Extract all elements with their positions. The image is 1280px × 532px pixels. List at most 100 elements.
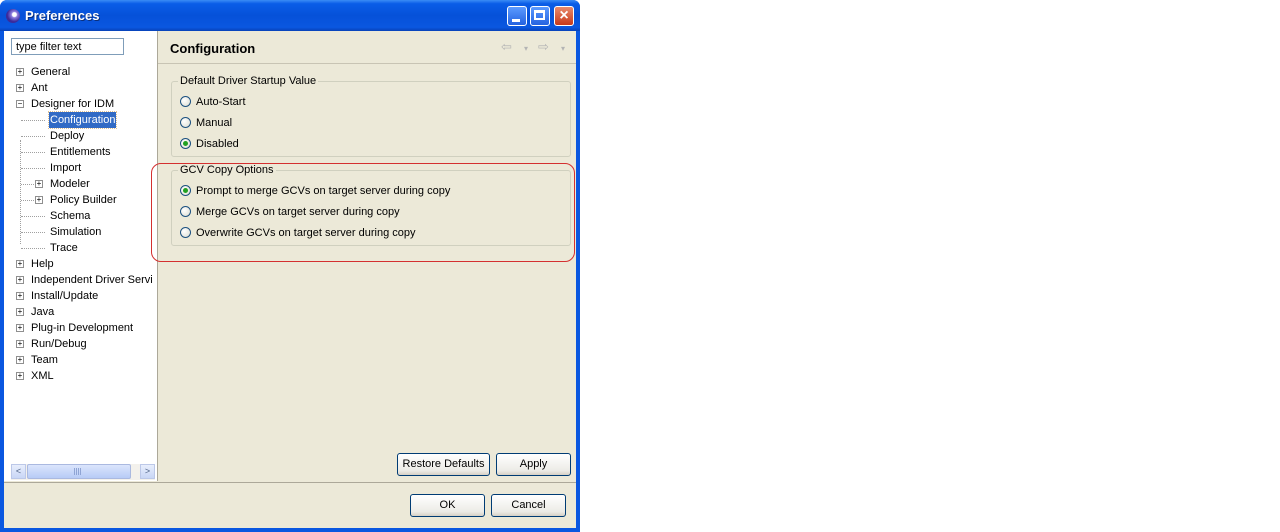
driver-startup-group: Default Driver Startup Value Auto-Start … (171, 75, 571, 157)
dialog-button-separator (4, 482, 576, 483)
driver-startup-legend: Default Driver Startup Value (180, 75, 317, 87)
expand-icon[interactable]: + (16, 84, 24, 92)
tree-connector (21, 200, 34, 201)
restore-defaults-button[interactable]: Restore Defaults (397, 453, 490, 476)
tree-item-label: Designer for IDM (31, 98, 115, 110)
radio-auto-start-label: Auto-Start (196, 96, 246, 108)
close-icon: × (559, 7, 569, 24)
tree-item[interactable]: + Team (4, 352, 157, 368)
tree-item[interactable]: + Ant (4, 80, 157, 96)
tree-item[interactable]: Import (4, 160, 157, 176)
window-title: Preferences (25, 8, 100, 23)
expand-icon[interactable]: + (16, 276, 24, 284)
tree-connector (21, 120, 45, 121)
filter-input[interactable] (11, 38, 124, 55)
tree-item-label: Java (31, 306, 55, 318)
expand-icon[interactable]: + (35, 196, 43, 204)
tree-item-label: Install/Update (31, 290, 99, 302)
tree-item[interactable]: Schema (4, 208, 157, 224)
scroll-right-button[interactable]: > (140, 464, 155, 479)
expand-icon[interactable]: + (16, 292, 24, 300)
forward-dropdown-icon[interactable]: ▾ (561, 44, 565, 53)
tree-connector (21, 184, 34, 185)
close-button[interactable]: × (554, 6, 574, 26)
tree-item[interactable]: Simulation (4, 224, 157, 240)
tree-item[interactable]: + Java (4, 304, 157, 320)
preferences-window: Preferences × +General+Ant−Designer for … (0, 0, 580, 532)
tree-item[interactable]: Trace (4, 240, 157, 256)
ok-button[interactable]: OK (410, 494, 485, 517)
tree-item-label: Entitlements (50, 146, 111, 158)
tree-item-label: Schema (50, 210, 91, 222)
grip-icon (74, 468, 82, 475)
chevron-left-icon: < (15, 466, 22, 476)
tree-item-label: Configuration (47, 111, 118, 129)
expand-icon[interactable]: + (16, 356, 24, 364)
forward-arrow-icon[interactable]: ⇨ (538, 39, 549, 55)
tree-item[interactable]: + Plug-in Development (4, 320, 157, 336)
cancel-button[interactable]: Cancel (491, 494, 566, 517)
minimize-button[interactable] (507, 6, 527, 26)
tree-item-label: Policy Builder (50, 194, 117, 206)
expand-icon[interactable]: + (16, 340, 24, 348)
radio-auto-start-indicator[interactable] (180, 96, 191, 107)
tree-item-label: Team (31, 354, 58, 366)
tree-item-label: Plug-in Development (31, 322, 134, 334)
tree-item-label: Deploy (50, 130, 85, 142)
tree-item[interactable]: + Modeler (4, 176, 157, 192)
tree-connector (21, 248, 45, 249)
tree-connector (21, 168, 45, 169)
apply-button[interactable]: Apply (496, 453, 571, 476)
tree-item-label: Modeler (50, 178, 90, 190)
eclipse-app-icon (6, 9, 20, 23)
dialog-client-area: +General+Ant−Designer for IDMConfigurati… (4, 31, 576, 528)
tree-connector (21, 216, 45, 217)
scroll-thumb[interactable] (27, 464, 131, 479)
tree-item[interactable]: Deploy (4, 128, 157, 144)
title-bar[interactable]: Preferences × (0, 0, 580, 31)
tree-item-label: XML (31, 370, 54, 382)
preference-tree: + General + Ant − Designer for IDM Configurati… (4, 64, 157, 464)
tree-item-label: Ant (31, 82, 48, 94)
tree-connector (21, 136, 45, 137)
minimize-icon (512, 19, 520, 22)
tree-item-label: Import (50, 162, 82, 174)
radio-disabled-indicator[interactable] (180, 138, 191, 149)
tree-connector (21, 232, 45, 233)
tree-item[interactable]: + Install/Update (4, 288, 157, 304)
preference-tree-pane: +General+Ant−Designer for IDMConfigurati… (4, 31, 158, 481)
tree-item[interactable]: + Policy Builder (4, 192, 157, 208)
title-separator (158, 63, 576, 64)
tree-item[interactable]: Configuration (4, 111, 157, 129)
tree-item[interactable]: − Designer for IDM (4, 96, 157, 112)
tree-item-label: Independent Driver Servi (31, 274, 153, 286)
expand-icon[interactable]: + (16, 68, 24, 76)
radio-manual-indicator[interactable] (180, 117, 191, 128)
scroll-left-button[interactable]: < (11, 464, 26, 479)
tree-item[interactable]: + XML (4, 368, 157, 384)
tree-item-label: General (31, 66, 71, 78)
expand-icon[interactable]: + (16, 372, 24, 380)
back-arrow-icon[interactable]: ⇦ (501, 39, 512, 55)
tree-horizontal-scrollbar[interactable]: < > (11, 464, 155, 480)
radio-disabled-label: Disabled (196, 138, 239, 150)
expand-icon[interactable]: + (16, 324, 24, 332)
tree-item[interactable]: + Run/Debug (4, 336, 157, 352)
expand-icon[interactable]: + (16, 260, 24, 268)
tree-connector (21, 152, 45, 153)
expand-icon[interactable]: + (35, 180, 43, 188)
annotation-highlight (151, 163, 575, 262)
tree-item-label: Run/Debug (31, 338, 87, 350)
expand-icon[interactable]: + (16, 308, 24, 316)
back-dropdown-icon[interactable]: ▾ (524, 44, 528, 53)
maximize-button[interactable] (530, 6, 550, 26)
tree-item[interactable]: + Independent Driver Servi (4, 272, 157, 288)
tree-item[interactable]: + Help (4, 256, 157, 272)
tree-item[interactable]: Entitlements (4, 144, 157, 160)
tree-item-label: Simulation (50, 226, 102, 238)
maximize-icon (534, 10, 545, 20)
chevron-right-icon: > (144, 466, 151, 476)
collapse-icon[interactable]: − (16, 100, 24, 108)
radio-manual-label: Manual (196, 117, 233, 129)
tree-item[interactable]: + General (4, 64, 157, 80)
